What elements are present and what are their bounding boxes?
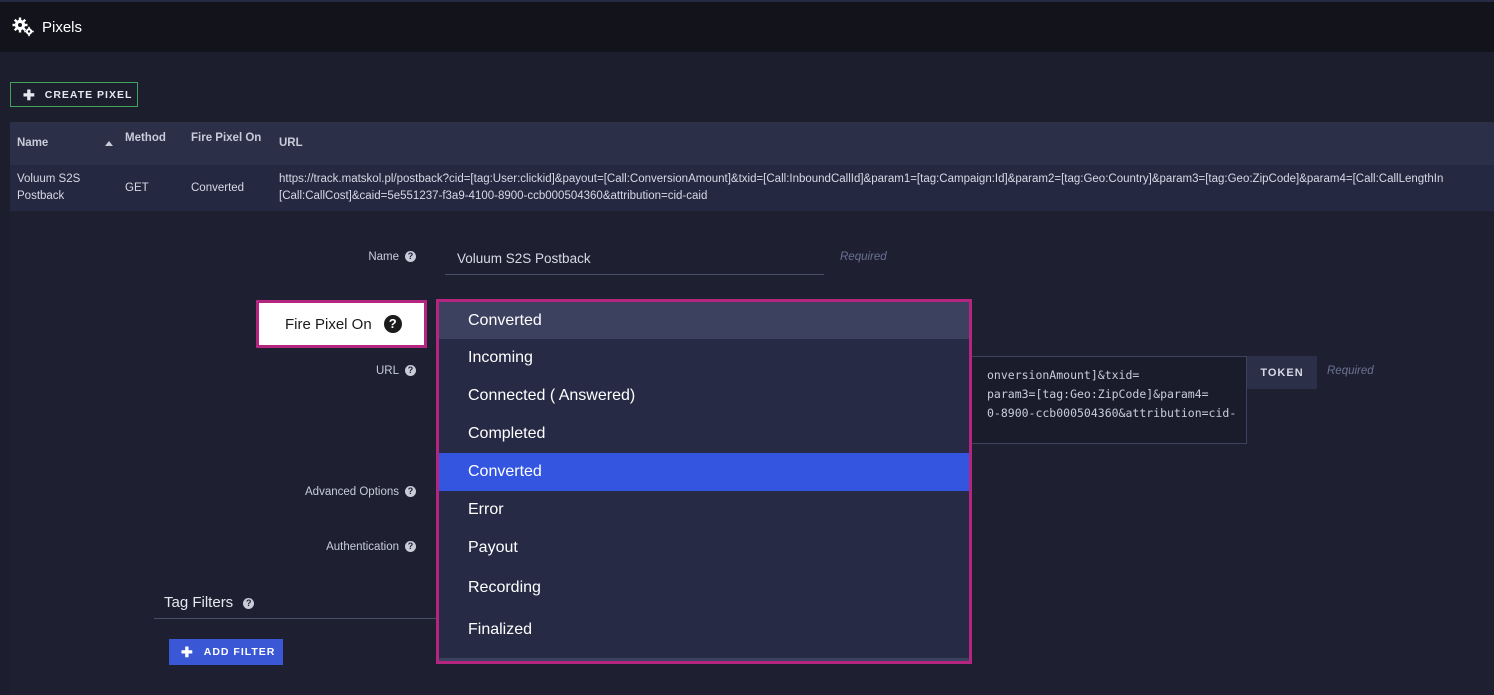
page-title: Pixels xyxy=(42,19,83,36)
help-icon[interactable]: ? xyxy=(405,251,416,263)
create-pixel-button[interactable]: ✚ CREATE PIXEL xyxy=(10,82,138,107)
dropdown-option-error[interactable]: Error xyxy=(439,491,969,529)
tag-filters-title-text: Tag Filters xyxy=(164,594,234,611)
row-url-line1: https://track.matskol.pl/postback?cid=[t… xyxy=(279,173,1444,185)
add-filter-label: ADD FILTER xyxy=(203,646,276,658)
sort-ascending-icon[interactable] xyxy=(105,141,113,146)
url-label-text: URL xyxy=(375,365,399,377)
dropdown-option-incoming[interactable]: Incoming xyxy=(439,339,969,377)
url-label: URL? xyxy=(300,365,416,377)
tag-filters-title: Tag Filters? xyxy=(164,594,255,611)
authentication-label: Authentication? xyxy=(250,541,416,553)
help-icon[interactable]: ? xyxy=(405,541,416,553)
name-label: Name? xyxy=(300,251,416,263)
fire-pixel-on-dropdown[interactable]: Converted Incoming Connected ( Answered)… xyxy=(436,299,972,664)
dropdown-option-recording[interactable]: Recording xyxy=(439,567,969,609)
dropdown-option-converted[interactable]: Converted xyxy=(439,453,969,491)
url-textarea-line: onversionAmount]&txid= xyxy=(987,368,1140,382)
column-header-name[interactable]: Name xyxy=(17,137,48,149)
name-input[interactable]: Voluum S2S Postback xyxy=(445,243,824,275)
row-name-line1: Voluum S2S xyxy=(17,173,81,185)
help-icon[interactable]: ? xyxy=(383,315,402,333)
plus-icon: ✚ xyxy=(23,86,36,103)
create-pixel-label: CREATE PIXEL xyxy=(44,88,133,101)
name-required-hint: Required xyxy=(840,251,887,263)
row-fire-on: Converted xyxy=(191,182,245,194)
add-filter-button[interactable]: ✚ ADD FILTER xyxy=(169,639,283,665)
table-header: Name Method Fire Pixel On URL xyxy=(10,122,1494,165)
help-icon[interactable]: ? xyxy=(405,365,416,377)
url-textarea-line: param3=[tag:Geo:ZipCode]&param4= xyxy=(987,387,1209,401)
url-textarea-line: 0-8900-ccb000504360&attribution=cid- xyxy=(987,406,1237,420)
table-row[interactable]: Voluum S2S Postback GET Converted https:… xyxy=(10,165,1494,211)
dropdown-option-payout[interactable]: Payout xyxy=(439,529,969,567)
authentication-label-text: Authentication xyxy=(326,541,399,553)
column-header-fire-pixel-on[interactable]: Fire Pixel On xyxy=(191,132,261,144)
row-method: GET xyxy=(125,182,149,194)
divider xyxy=(154,618,444,619)
fire-pixel-on-label-text: Fire Pixel On xyxy=(285,315,372,333)
row-name-line2: Postback xyxy=(17,190,65,202)
column-header-method[interactable]: Method xyxy=(125,132,166,144)
dropdown-scroll-edge xyxy=(439,658,969,661)
url-textarea[interactable]: onversionAmount]&txid= param3=[tag:Geo:Z… xyxy=(930,356,1247,444)
advanced-options-label-text: Advanced Options xyxy=(305,486,399,498)
help-icon[interactable]: ? xyxy=(243,597,255,609)
plus-icon: ✚ xyxy=(181,644,194,660)
advanced-options-label: Advanced Options? xyxy=(250,486,416,498)
top-bar: Pixels xyxy=(0,0,1494,52)
token-button[interactable]: TOKEN xyxy=(1247,356,1317,389)
help-icon[interactable]: ? xyxy=(405,486,416,498)
gears-icon xyxy=(12,17,34,37)
dropdown-current-value[interactable]: Converted xyxy=(439,302,969,339)
url-required-hint: Required xyxy=(1327,365,1374,377)
name-label-text: Name xyxy=(368,251,399,263)
dropdown-option-completed[interactable]: Completed xyxy=(439,415,969,453)
column-header-url[interactable]: URL xyxy=(279,137,303,149)
dropdown-option-finalized[interactable]: Finalized xyxy=(439,609,969,651)
fire-pixel-on-label: Fire Pixel On ? xyxy=(256,300,427,348)
dropdown-option-connected[interactable]: Connected ( Answered) xyxy=(439,377,969,415)
row-url-line2: [Call:CallCost]&caid=5e551237-f3a9-4100-… xyxy=(279,190,708,202)
